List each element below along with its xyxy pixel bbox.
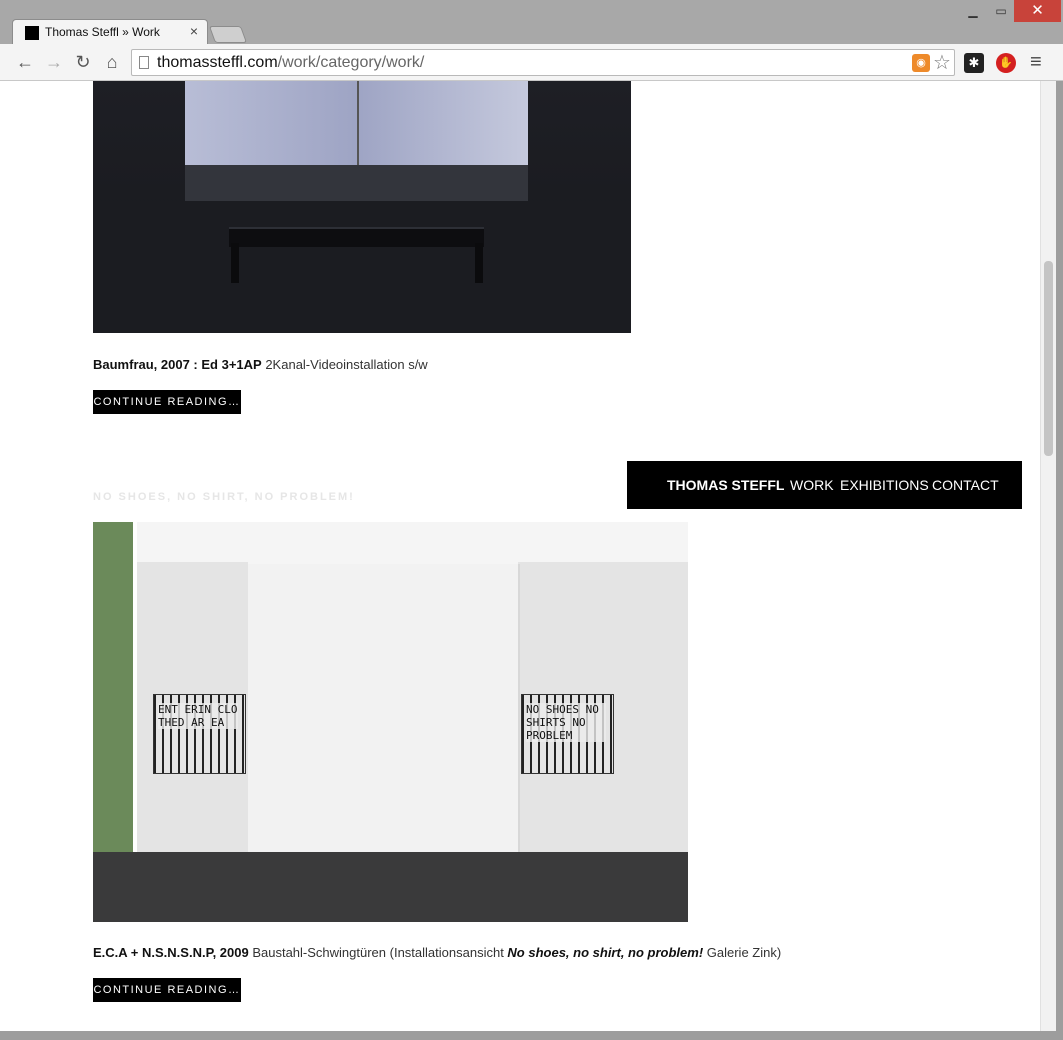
post-image-baumfrau[interactable] bbox=[93, 81, 631, 333]
site-brand-link[interactable]: THOMAS STEFFL bbox=[667, 477, 784, 493]
browser-toolbar: ← → ↻ ⌂ thomassteffl.com/work/category/w… bbox=[0, 44, 1063, 81]
address-bar[interactable]: thomassteffl.com/work/category/work/ bbox=[131, 49, 955, 76]
rss-icon[interactable]: ◉ bbox=[912, 54, 930, 72]
minimize-icon[interactable]: ▁ bbox=[958, 0, 988, 22]
caption-title: Baumfrau, 2007 : Ed 3+1AP bbox=[93, 357, 262, 372]
adblock-icon[interactable]: ✋ bbox=[996, 53, 1016, 73]
caption-italic: No shoes, no shirt, no problem! bbox=[507, 945, 704, 960]
grille-text: NO SHOES NO SHIRTS NO PROBLEM bbox=[526, 703, 606, 742]
home-icon[interactable]: ⌂ bbox=[101, 51, 123, 73]
url-host: thomassteffl.com bbox=[157, 54, 278, 71]
caption-text: 2Kanal-Videoinstallation s/w bbox=[261, 357, 428, 372]
star-icon[interactable]: ☆ bbox=[933, 50, 951, 75]
continue-reading-button[interactable]: CONTINUE READING… bbox=[93, 978, 241, 1002]
bench bbox=[229, 227, 484, 247]
extension-icon[interactable]: ✱ bbox=[964, 53, 984, 73]
nav-exhibitions[interactable]: EXHIBITIONS bbox=[840, 477, 929, 493]
url-text: thomassteffl.com/work/category/work/ bbox=[157, 54, 424, 72]
page-icon bbox=[139, 56, 149, 69]
post-title[interactable]: NO SHOES, NO SHIRT, NO PROBLEM! bbox=[93, 491, 355, 503]
back-icon[interactable]: ← bbox=[14, 51, 36, 73]
browser-tab[interactable]: Thomas Steffl » Work × bbox=[12, 19, 208, 46]
maximize-icon[interactable]: ▭ bbox=[988, 0, 1014, 22]
scrollbar[interactable] bbox=[1040, 81, 1056, 1031]
post-image-eca[interactable]: ENT ERIN CLO THED AR EA NO SHOES NO SHIR… bbox=[93, 522, 688, 922]
continue-reading-button[interactable]: CONTINUE READING… bbox=[93, 390, 241, 414]
post-caption: E.C.A + N.S.N.S.N.P, 2009 Baustahl-Schwi… bbox=[93, 945, 781, 960]
video-projection bbox=[185, 81, 528, 165]
tab-close-icon[interactable]: × bbox=[190, 23, 198, 39]
browser-titlebar: Thomas Steffl » Work × ▁ ▭ ✕ bbox=[0, 0, 1063, 46]
url-path: /work/category/work/ bbox=[277, 54, 425, 71]
reload-icon[interactable]: ↻ bbox=[72, 51, 94, 73]
favicon-icon bbox=[25, 26, 39, 40]
grille-text: ENT ERIN CLO THED AR EA bbox=[158, 703, 238, 729]
nav-work[interactable]: WORK bbox=[790, 477, 834, 493]
post-caption: Baumfrau, 2007 : Ed 3+1AP 2Kanal-Videoin… bbox=[93, 357, 428, 372]
bench-leg bbox=[475, 243, 483, 283]
gallery-floor bbox=[93, 852, 688, 922]
window bbox=[93, 522, 137, 852]
gallery-wall bbox=[185, 165, 528, 201]
caption-title: E.C.A + N.S.N.S.N.P, 2009 bbox=[93, 945, 249, 960]
swing-door-right: NO SHOES NO SHIRTS NO PROBLEM bbox=[521, 694, 614, 774]
caption-text: Galerie Zink) bbox=[703, 945, 782, 960]
tab-title: Thomas Steffl » Work bbox=[45, 25, 160, 39]
menu-icon[interactable]: ≡ bbox=[1030, 51, 1042, 74]
site-navigation: THOMAS STEFFL WORK EXHIBITIONS CONTACT bbox=[627, 461, 1022, 509]
new-tab-button[interactable] bbox=[208, 26, 248, 43]
forward-icon[interactable]: → bbox=[43, 51, 65, 73]
window-border bbox=[0, 1031, 1063, 1040]
nav-contact[interactable]: CONTACT bbox=[932, 477, 999, 493]
page-viewport: Baumfrau, 2007 : Ed 3+1AP 2Kanal-Videoin… bbox=[0, 81, 1040, 1031]
swing-door-left: ENT ERIN CLO THED AR EA bbox=[153, 694, 246, 774]
caption-text: Baustahl-Schwingtüren (Installationsansi… bbox=[248, 945, 508, 960]
center-pillar bbox=[248, 564, 518, 862]
gallery-floor bbox=[93, 201, 631, 333]
scrollbar-thumb[interactable] bbox=[1044, 261, 1053, 456]
close-window-icon[interactable]: ✕ bbox=[1014, 0, 1061, 22]
bench-leg bbox=[231, 243, 239, 283]
